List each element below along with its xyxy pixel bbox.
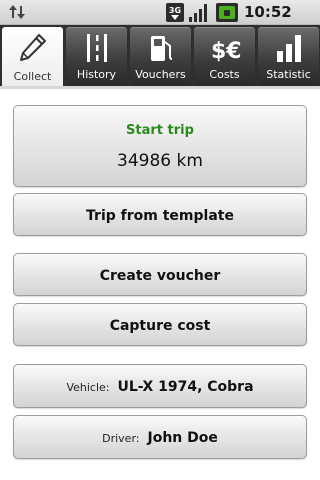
tab-collect[interactable]: Collect <box>2 27 63 88</box>
signal-icon <box>189 4 207 22</box>
tab-bar: Collect History Vouchers $€ Costs Statis… <box>0 25 320 88</box>
tab-statistic[interactable]: Statistic <box>258 27 319 86</box>
dollar-euro-icon: $€ <box>211 39 241 64</box>
3g-icon: 3G <box>166 3 184 22</box>
odometer-value: 34986 km <box>117 151 203 171</box>
tab-label: Statistic <box>266 68 311 81</box>
tab-history[interactable]: History <box>66 27 127 86</box>
tab-label: Costs <box>209 68 240 81</box>
start-trip-button[interactable]: Start trip 34986 km <box>13 105 307 187</box>
fuel-pump-icon <box>151 36 173 61</box>
pencil-icon <box>20 34 46 61</box>
create-voucher-button[interactable]: Create voucher <box>13 253 307 296</box>
vehicle-value: UL-X 1974, Cobra <box>117 379 254 395</box>
sync-arrows-icon <box>9 5 25 19</box>
vehicle-selector-button[interactable]: Vehicle: UL-X 1974, Cobra <box>13 364 307 408</box>
tab-costs[interactable]: $€ Costs <box>194 27 255 86</box>
tab-label: Collect <box>13 70 52 83</box>
capture-cost-button[interactable]: Capture cost <box>13 303 307 346</box>
capture-cost-label: Capture cost <box>109 318 211 334</box>
tab-label: History <box>76 68 117 81</box>
battery-icon <box>216 3 238 22</box>
status-bar: 3G 10:52 PM <box>0 0 320 42</box>
network-type-label: 3G <box>169 6 181 15</box>
start-trip-label: Start trip <box>126 123 194 138</box>
driver-label: Driver: <box>102 432 140 445</box>
driver-value: John Doe <box>147 430 218 446</box>
svg-text:$€: $€ <box>211 39 241 64</box>
tab-label: Vouchers <box>135 68 186 81</box>
trip-from-template-label: Trip from template <box>86 208 234 224</box>
trip-from-template-button[interactable]: Trip from template <box>13 193 307 236</box>
create-voucher-label: Create voucher <box>99 268 221 284</box>
tab-vouchers[interactable]: Vouchers <box>130 27 191 86</box>
vehicle-label: Vehicle: <box>66 381 110 394</box>
driver-selector-button[interactable]: Driver: John Doe <box>13 415 307 459</box>
status-time: 10:52 PM <box>244 3 292 42</box>
tab-divider <box>0 86 320 89</box>
bar-chart-icon <box>277 35 301 62</box>
road-icon <box>87 34 107 62</box>
